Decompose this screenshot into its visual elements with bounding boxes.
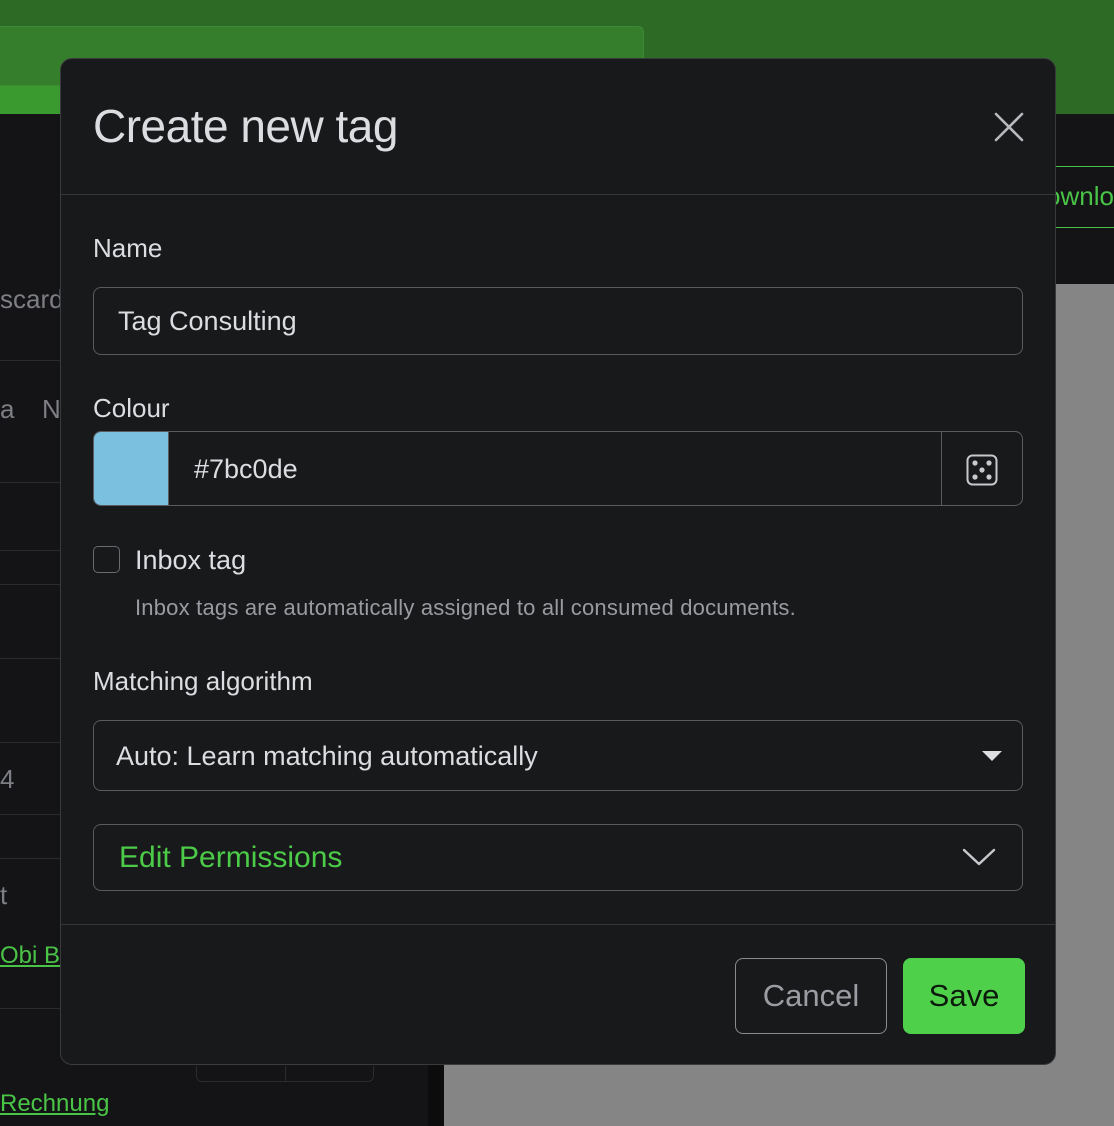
background-list-divider xyxy=(0,1008,60,1009)
background-document-link[interactable]: Rechnung xyxy=(0,1090,109,1118)
background-list-divider xyxy=(0,742,60,743)
background-list-text: scard xyxy=(0,284,64,314)
save-button[interactable]: Save xyxy=(903,958,1025,1034)
matching-algorithm-value: Auto: Learn matching automatically xyxy=(116,741,538,771)
background-list-text: 4 xyxy=(0,764,15,794)
background-list-text: t xyxy=(0,880,8,910)
chevron-down-icon xyxy=(962,848,996,866)
background-table-fragment xyxy=(196,1066,374,1082)
dice-icon xyxy=(966,454,998,486)
matching-algorithm-label: Matching algorithm xyxy=(93,666,313,696)
background-list-text: a xyxy=(0,394,15,424)
background-download-label: ownloa xyxy=(1056,181,1114,211)
inbox-tag-checkbox[interactable] xyxy=(93,546,120,573)
create-tag-dialog: Create new tag Name Colour #7bc0de Inb xyxy=(60,58,1056,1065)
app-header-accent xyxy=(0,86,60,114)
background-list-divider xyxy=(0,814,60,815)
inbox-tag-label[interactable]: Inbox tag xyxy=(135,545,246,576)
dialog-footer: Cancel Save xyxy=(61,924,1055,1064)
background-list-divider xyxy=(0,658,60,659)
random-colour-button[interactable] xyxy=(941,432,1022,505)
caret-down-icon xyxy=(982,751,1002,761)
edit-permissions-label: Edit Permissions xyxy=(119,841,343,874)
background-list-divider xyxy=(0,550,60,551)
background-list-divider xyxy=(0,584,60,585)
colour-swatch[interactable] xyxy=(94,432,169,505)
name-input[interactable] xyxy=(93,287,1023,355)
background-list-divider xyxy=(0,482,60,483)
edit-permissions-toggle[interactable]: Edit Permissions xyxy=(93,824,1023,891)
background-download-button[interactable]: ownloa xyxy=(1056,166,1114,228)
colour-input-group: #7bc0de xyxy=(93,431,1023,506)
close-button[interactable] xyxy=(991,109,1027,145)
colour-value[interactable]: #7bc0de xyxy=(194,454,298,485)
background-list-divider xyxy=(0,360,60,361)
dialog-header: Create new tag xyxy=(61,59,1055,195)
matching-algorithm-select[interactable]: Auto: Learn matching automatically xyxy=(93,720,1023,791)
inbox-tag-help-text: Inbox tags are automatically assigned to… xyxy=(135,595,796,620)
dialog-title: Create new tag xyxy=(93,100,398,152)
colour-label: Colour xyxy=(93,393,170,423)
background-list-text: N xyxy=(42,394,61,424)
cancel-button[interactable]: Cancel xyxy=(735,958,887,1034)
background-list-divider xyxy=(0,858,60,859)
background-table-separator xyxy=(285,1066,286,1081)
close-icon xyxy=(994,112,1024,142)
name-label: Name xyxy=(93,233,163,263)
